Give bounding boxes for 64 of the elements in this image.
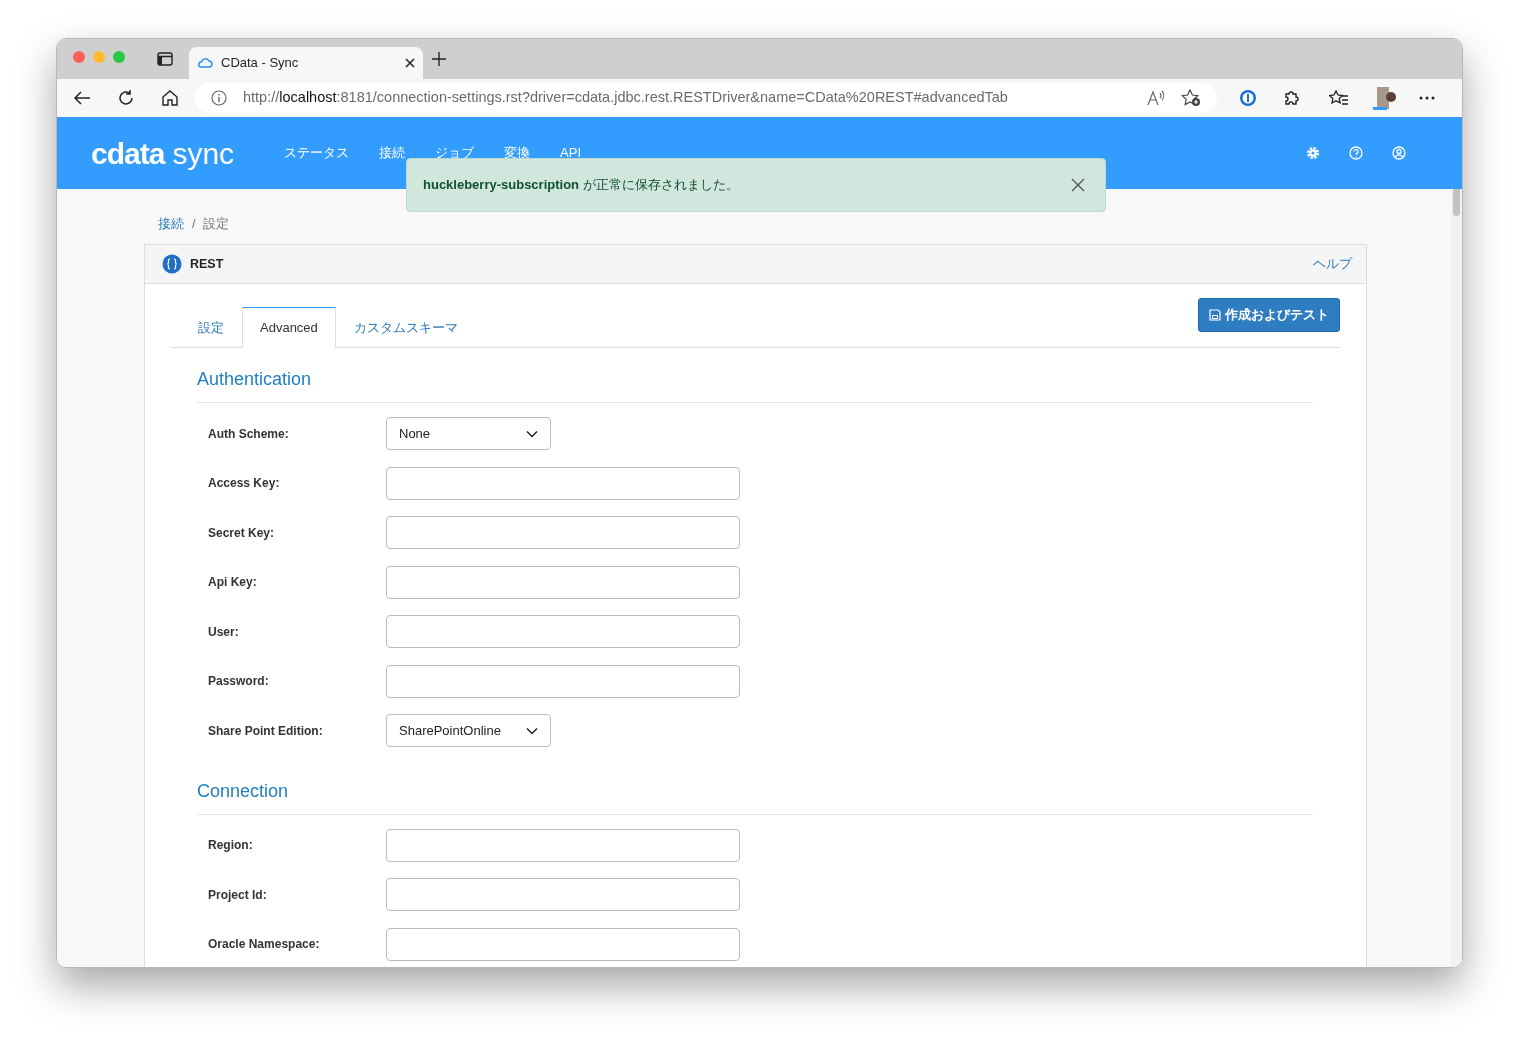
section-heading: Authentication <box>197 366 1313 403</box>
breadcrumb-link[interactable]: 接続 <box>158 215 184 244</box>
browser-tab[interactable]: CData - Sync <box>189 47 423 79</box>
braces-icon <box>162 254 182 274</box>
input-field[interactable] <box>386 878 740 912</box>
info-icon[interactable] <box>211 90 227 106</box>
cloud-icon <box>197 56 213 70</box>
scrollbar[interactable] <box>1451 189 1462 967</box>
field-label: User: <box>207 623 240 641</box>
tab[interactable]: Advanced <box>242 306 336 348</box>
field-label: Oracle Namespace: <box>207 936 321 954</box>
input-field[interactable] <box>386 828 740 862</box>
chevron-down-icon <box>526 429 538 438</box>
close-window-button[interactable] <box>73 51 85 63</box>
nav-link[interactable]: ステータス <box>284 143 350 163</box>
save-icon <box>1209 308 1221 321</box>
tab-title: CData - Sync <box>221 54 299 73</box>
home-icon[interactable] <box>161 89 179 107</box>
url-text: http://localhost:8181/connection-settings.rst?driver=cdata.jdbc.rest.RESTDriver&name=CData%20REST#advancedTab <box>243 88 1008 108</box>
field-label: Secret Key: <box>207 524 276 542</box>
input-field[interactable] <box>386 565 740 599</box>
field-label: Access Key: <box>207 475 281 493</box>
help-icon[interactable] <box>1349 146 1363 160</box>
breadcrumb-item: 設定 <box>203 216 230 233</box>
input-field[interactable] <box>386 516 740 550</box>
field-label: Region: <box>207 837 254 855</box>
puzzle-icon[interactable] <box>1283 89 1301 107</box>
field-label: Auth Scheme: <box>207 425 290 443</box>
reload-icon[interactable] <box>117 89 135 107</box>
user-icon[interactable] <box>1392 146 1406 160</box>
input-field[interactable] <box>386 927 740 961</box>
tab-actions-icon[interactable] <box>157 52 173 66</box>
new-tab-icon[interactable] <box>431 51 447 67</box>
more-icon[interactable] <box>1419 96 1435 100</box>
section-heading: Connection <box>197 777 1313 815</box>
select-field[interactable]: SharePointOnline <box>386 714 551 748</box>
close-icon[interactable] <box>405 58 415 68</box>
settings-icon[interactable] <box>1306 146 1320 160</box>
card-title: REST <box>190 255 224 273</box>
maximize-window-button[interactable] <box>113 51 125 63</box>
help-link[interactable]: ヘルプ <box>1313 254 1352 274</box>
favorites-icon[interactable] <box>1329 89 1349 107</box>
field-label: Api Key: <box>207 574 258 592</box>
select-field[interactable]: None <box>386 417 551 451</box>
back-icon[interactable] <box>73 90 91 106</box>
password-manager-icon[interactable] <box>1239 89 1257 107</box>
field-label: Share Point Edition: <box>207 722 324 740</box>
tab[interactable]: 設定 <box>180 306 242 348</box>
nav-link[interactable]: 接続 <box>379 143 406 163</box>
profile-avatar[interactable] <box>1371 85 1397 111</box>
chevron-down-icon <box>526 726 538 735</box>
field-label: Project Id: <box>207 886 268 904</box>
input-field[interactable] <box>386 664 740 698</box>
create-and-test-button[interactable]: 作成およびテスト <box>1198 298 1340 332</box>
toast-message: huckleberry-subscription が正常に保存されました。 <box>423 176 739 195</box>
breadcrumb-separator: / <box>192 216 196 233</box>
input-field[interactable] <box>386 466 740 500</box>
tab[interactable]: カスタムスキーマ <box>335 306 476 348</box>
address-bar[interactable]: http://localhost:8181/connection-settings.rst?driver=cdata.jdbc.rest.RESTDriver&name=CData%20REST#advancedTab <box>195 83 1217 113</box>
logo[interactable]: cdata sync <box>91 130 235 176</box>
add-favorite-icon[interactable] <box>1181 89 1201 107</box>
read-aloud-icon[interactable] <box>1147 90 1165 106</box>
field-label: Password: <box>207 673 270 691</box>
input-field[interactable] <box>386 615 740 649</box>
